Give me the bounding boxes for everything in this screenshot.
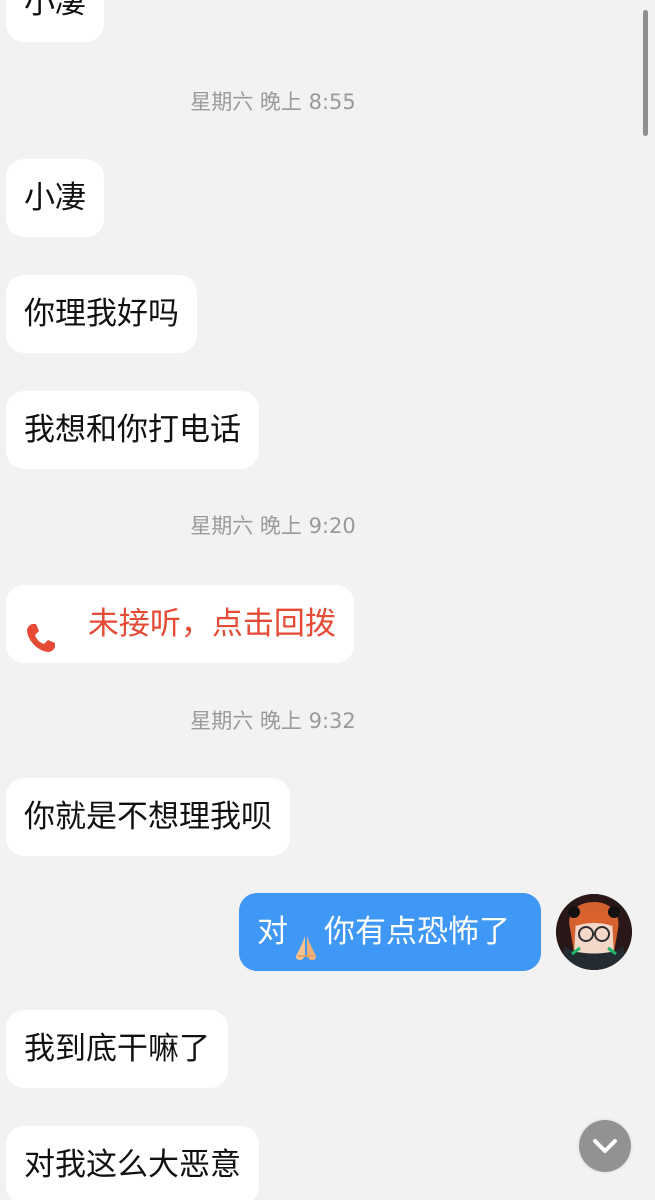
missed-call-bubble[interactable]: 未接听，点击回拨 bbox=[6, 585, 354, 663]
avatar[interactable] bbox=[556, 894, 632, 970]
message-bubble[interactable]: 我想和你打电话 bbox=[6, 391, 259, 469]
phone-icon bbox=[24, 606, 58, 652]
chat-screen: 小凄 星期六 晚上 8:55 小凄 你理我好吗 我想和你打电话 星期六 晚上 9… bbox=[0, 0, 655, 1200]
outgoing-message-suffix: 你有点恐怖了 bbox=[324, 914, 510, 950]
message-text: 你理我好吗 bbox=[24, 296, 179, 332]
chevron-down-icon bbox=[593, 1139, 617, 1153]
message-text: 你就是不想理我呗 bbox=[24, 799, 272, 835]
message-bubble[interactable]: 我到底干嘛了 bbox=[6, 1010, 228, 1088]
message-text: 对我这么大恶意 bbox=[24, 1147, 241, 1183]
message-text: 我想和你打电话 bbox=[24, 412, 241, 448]
message-bubble[interactable]: 你理我好吗 bbox=[6, 275, 197, 353]
message-text: 我到底干嘛了 bbox=[24, 1031, 210, 1067]
message-bubble[interactable]: 小凄 bbox=[6, 159, 104, 237]
message-text: 小凄 bbox=[24, 0, 86, 21]
timestamp: 星期六 晚上 8:55 bbox=[190, 90, 356, 114]
outgoing-message-bubble[interactable]: 对 你有点恐怖了 bbox=[239, 893, 541, 971]
message-bubble[interactable]: 对我这么大恶意 bbox=[6, 1126, 259, 1200]
timestamp: 星期六 晚上 9:20 bbox=[190, 514, 356, 538]
missed-call-text: 未接听，点击回拨 bbox=[87, 606, 336, 642]
message-bubble-cutoff[interactable]: 小凄 bbox=[6, 0, 104, 42]
hands-icon bbox=[290, 915, 322, 960]
message-text: 小凄 bbox=[24, 180, 86, 216]
scrollbar-thumb[interactable] bbox=[643, 10, 648, 136]
message-bubble[interactable]: 你就是不想理我呗 bbox=[6, 778, 290, 856]
timestamp: 星期六 晚上 9:32 bbox=[190, 709, 356, 733]
outgoing-message-prefix: 对 bbox=[257, 914, 288, 950]
scroll-to-bottom-button[interactable] bbox=[579, 1120, 631, 1172]
